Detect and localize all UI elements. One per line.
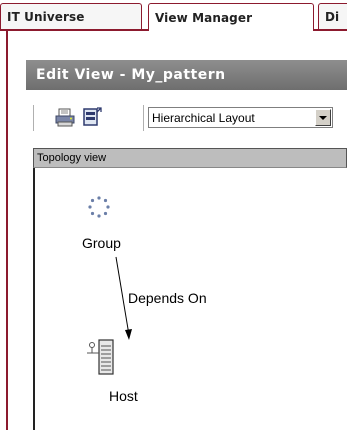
arrowhead-icon	[125, 329, 132, 340]
tab-view-manager[interactable]: View Manager	[148, 3, 314, 33]
edge-label-depends-on: Depends On	[128, 290, 207, 306]
host-icon[interactable]	[86, 338, 118, 378]
node-label-host[interactable]: Host	[109, 388, 138, 404]
tab-label: View Manager	[155, 10, 253, 25]
edge-depends-on[interactable]	[0, 0, 347, 430]
